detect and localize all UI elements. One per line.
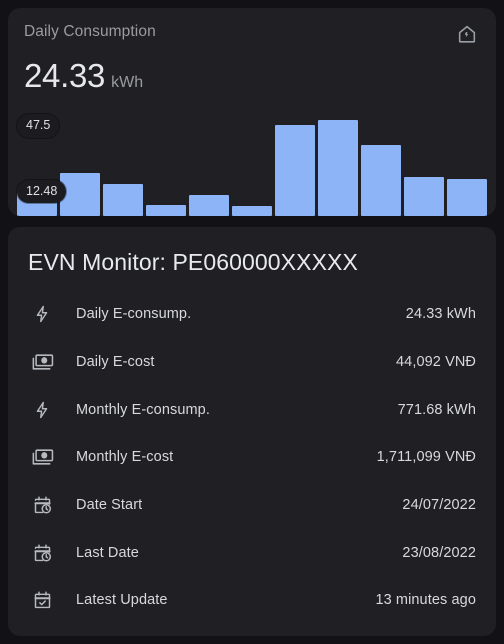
calendar-clock-icon [28,492,56,518]
calendar-check-icon [28,587,56,613]
monitor-row-value: 24.33 kWh [405,306,476,323]
current-value-row: 24.33 kWh [8,47,496,92]
lightning-bolt-icon [28,301,56,327]
monitor-row-label: Latest Update [76,592,168,609]
monitor-row-label: Date Start [76,496,143,513]
daily-consumption-card[interactable]: Daily Consumption 24.33 kWh 47.5 12.48 [8,8,496,216]
chart-bar[interactable] [189,195,229,216]
page-title: Daily Consumption [24,23,156,40]
current-value: 24.33 [24,57,106,94]
monitor-row-label: Last Date [76,544,139,561]
monitor-row-label: Monthly E-consump. [76,401,210,418]
current-value-unit: kWh [111,74,144,91]
chart-bar[interactable] [404,176,444,216]
monitor-row[interactable]: Last Date 23/08/2022 [24,529,480,577]
calendar-clock-icon [28,540,56,566]
monitor-rows: Daily E-consump. 24.33 kWh Daily E-cost 44,… [24,291,480,624]
chart-bar[interactable] [146,205,186,216]
monitor-row[interactable]: Monthly E-cost 1,711,099 VNĐ [24,433,480,481]
monitor-row-label: Monthly E-cost [76,449,174,466]
monitor-row[interactable]: Daily E-consump. 24.33 kWh [24,291,480,339]
monitor-row-value: 13 minutes ago [375,592,476,609]
evn-monitor-card: EVN Monitor: PE060000XXXXX Daily E-consu… [8,227,496,636]
chart-bar[interactable] [318,119,358,216]
monitor-row[interactable]: Date Start 24/07/2022 [24,481,480,529]
chart-bar[interactable] [361,144,401,216]
monitor-title: EVN Monitor: PE060000XXXXX [28,249,358,275]
chart-first-value-label: 12.48 [17,179,67,203]
monitor-row[interactable]: Monthly E-consump. 771.68 kWh [24,386,480,434]
home-lightning-icon[interactable] [454,21,480,47]
dashboard-root: Daily Consumption 24.33 kWh 47.5 12.48 E… [0,0,504,644]
cash-icon [28,444,56,470]
chart-bar[interactable] [60,173,100,216]
monitor-row[interactable]: Daily E-cost 44,092 VNĐ [24,338,480,386]
chart-bar[interactable] [232,206,272,216]
monitor-row-value: 1,711,099 VNĐ [376,449,476,466]
monitor-row-value: 23/08/2022 [402,544,476,561]
chart-bars [17,112,487,216]
monitor-row-value: 771.68 kWh [397,401,476,418]
monitor-row-label: Daily E-cost [76,354,155,371]
chart-bar[interactable] [447,178,487,216]
consumption-bar-chart[interactable]: 47.5 12.48 [17,112,487,216]
card-header: Daily Consumption [8,8,496,47]
lightning-bolt-icon [28,397,56,423]
monitor-row-value: 24/07/2022 [402,496,476,513]
monitor-row-label: Daily E-consump. [76,306,192,323]
cash-icon [28,349,56,375]
monitor-row[interactable]: Latest Update 13 minutes ago [24,576,480,624]
chart-bar[interactable] [275,125,315,216]
monitor-row-value: 44,092 VNĐ [396,354,476,371]
chart-max-label: 47.5 [17,114,60,138]
chart-bar[interactable] [103,184,143,216]
